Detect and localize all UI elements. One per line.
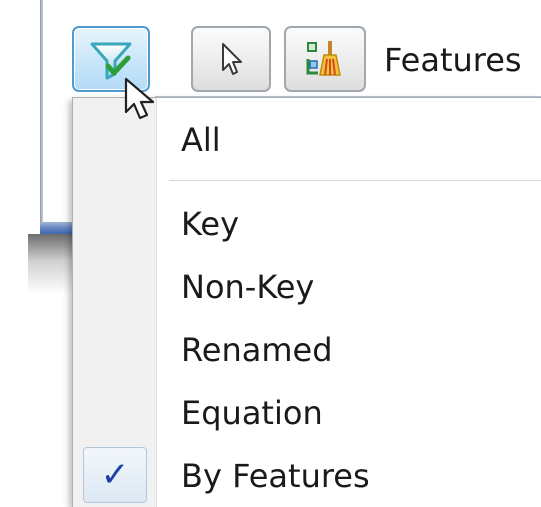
- filter-check-icon: [90, 42, 132, 80]
- menu-item-all[interactable]: All: [73, 110, 541, 170]
- select-tool-button[interactable]: [191, 26, 271, 92]
- menu-item-label: Renamed: [181, 331, 333, 369]
- menu-item-by-features[interactable]: By Features: [73, 446, 541, 506]
- arrow-pointer-icon: [222, 43, 242, 75]
- feature-tool-button[interactable]: [284, 26, 366, 92]
- filter-button[interactable]: [72, 26, 150, 92]
- menu-item-equation[interactable]: Equation: [73, 383, 541, 443]
- menu-item-label: Equation: [181, 394, 323, 432]
- menu-item-non-key[interactable]: Non-Key: [73, 257, 541, 317]
- menu-item-label: Key: [181, 205, 240, 243]
- window-left-edge: [40, 0, 43, 228]
- menu-item-renamed[interactable]: Renamed: [73, 320, 541, 380]
- menu-item-label: By Features: [181, 457, 370, 495]
- screenshot-stage: Features All Key Non-Key Renamed Equatio…: [0, 0, 541, 507]
- filter-dropdown-menu: All Key Non-Key Renamed Equation ✓ By Fe…: [72, 97, 541, 507]
- menu-item-label: All: [181, 121, 221, 159]
- features-label: Features: [384, 41, 522, 79]
- menu-separator: [169, 180, 541, 181]
- menu-item-key[interactable]: Key: [73, 194, 541, 254]
- feature-broom-icon: [306, 41, 341, 76]
- menu-item-label: Non-Key: [181, 268, 315, 306]
